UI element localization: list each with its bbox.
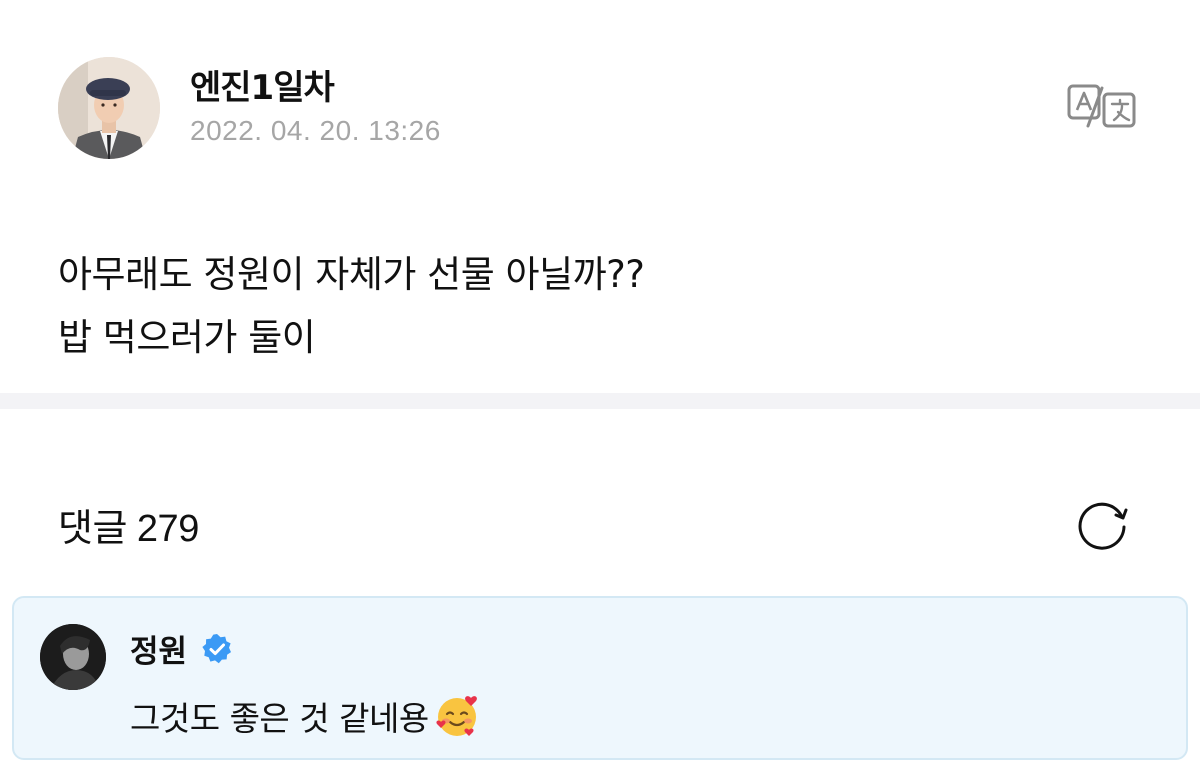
comments-label: 댓글 — [58, 506, 127, 550]
translate-button[interactable] — [1066, 82, 1138, 130]
section-divider — [0, 393, 1200, 409]
comments-header: 댓글 279 — [58, 497, 199, 552]
translate-icon — [1067, 84, 1136, 128]
commenter-avatar[interactable] — [40, 624, 106, 690]
post-author-name[interactable]: 엔진1일차 — [190, 60, 335, 109]
post-body: 아무래도 정원이 자체가 선물 아닐까?? 밥 먹으러가 둘이 — [58, 243, 645, 369]
comment-text: 그것도 좋은 것 같네용 — [130, 692, 481, 740]
author-avatar[interactable] — [58, 57, 160, 159]
comment-author: 정원 — [130, 626, 233, 671]
verified-badge-icon — [202, 633, 232, 663]
post-body-line: 밥 먹으러가 둘이 — [58, 316, 316, 359]
post-body-line: 아무래도 정원이 자체가 선물 아닐까?? — [58, 253, 645, 296]
refresh-icon — [1078, 502, 1128, 550]
comment-author-name[interactable]: 정원 — [130, 626, 187, 671]
comment-text-content: 그것도 좋은 것 같네용 — [130, 699, 429, 738]
post: 엔진1일차 2022. 04. 20. 13:26 아무래도 정원이 자체가 선… — [0, 0, 1200, 393]
post-timestamp: 2022. 04. 20. 13:26 — [190, 115, 441, 146]
comments-count: 279 — [136, 508, 199, 550]
smiling-face-with-hearts-icon — [436, 696, 477, 736]
refresh-button[interactable] — [1074, 495, 1130, 551]
comment-item[interactable]: 정원 그것도 좋은 것 같네용 — [12, 596, 1188, 760]
